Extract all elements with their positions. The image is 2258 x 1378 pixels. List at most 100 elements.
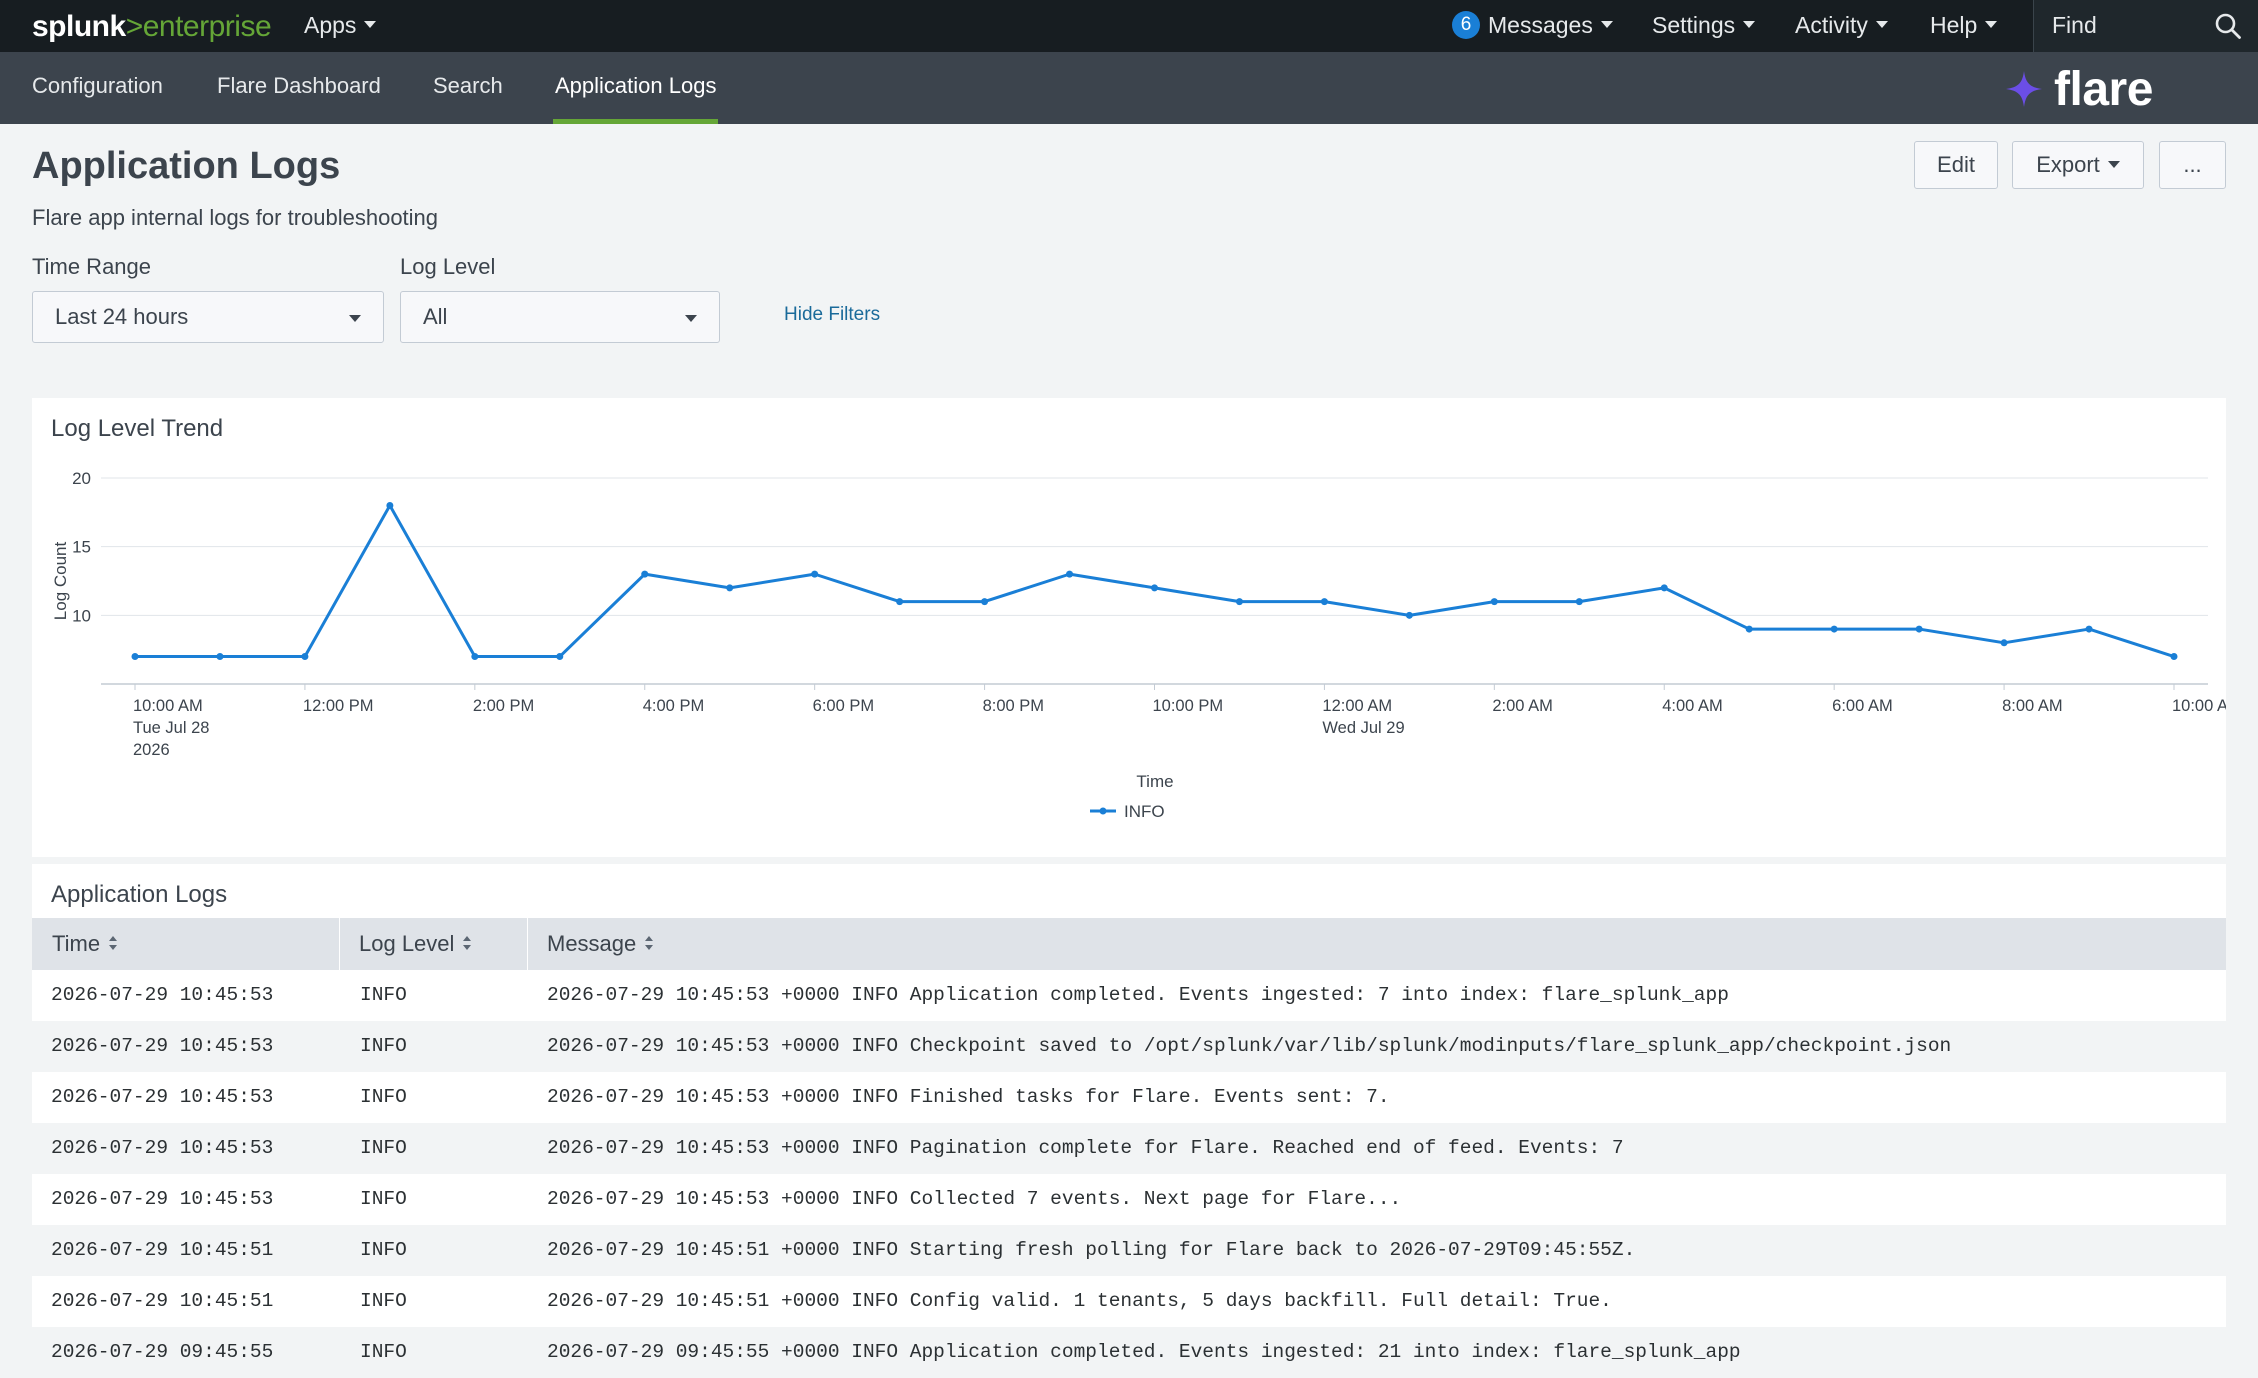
column-header-label: Time [52, 931, 101, 956]
logo-separator: > [125, 10, 144, 43]
more-actions-button[interactable]: ... [2159, 141, 2226, 189]
table-row[interactable]: 2026-07-29 10:45:53 INFO 2026-07-29 10:4… [32, 1174, 2226, 1225]
cell-time: 2026-07-29 10:45:53 [51, 984, 274, 1006]
apps-menu[interactable]: Apps [304, 0, 377, 52]
data-point [641, 570, 649, 578]
data-point [2170, 653, 2178, 661]
column-header-log-level[interactable]: Log Level [359, 918, 472, 970]
table-panel-title: Application Logs [51, 881, 228, 908]
messages-count-badge: 6 [1452, 10, 1480, 39]
settings-menu[interactable]: Settings [1652, 0, 1756, 52]
data-point [811, 570, 819, 578]
splunk-logo[interactable]: splunk>enterprise [32, 10, 272, 44]
time-range-value: Last 24 hours [55, 304, 189, 329]
x-tick-label: 12:00 AM [1322, 697, 1392, 715]
find-box[interactable]: Find [2033, 0, 2258, 52]
activity-menu-label: Activity [1795, 12, 1868, 38]
x-tick-label: 10:00 PM [1153, 697, 1224, 715]
cell-log-level: INFO [360, 1035, 407, 1057]
data-point [1235, 598, 1243, 606]
legend-swatch-point [1099, 807, 1107, 815]
apps-menu-label: Apps [304, 12, 357, 38]
data-point [2085, 625, 2093, 633]
cell-message: 2026-07-29 10:45:51 +0000 INFO Config va… [547, 1290, 1612, 1312]
cell-log-level: INFO [360, 1086, 407, 1108]
edit-button[interactable]: Edit [1914, 141, 1998, 189]
logo-brand: splunk [32, 10, 126, 43]
legend-label: INFO [1124, 802, 1165, 821]
cell-log-level: INFO [360, 1341, 407, 1363]
table-row[interactable]: 2026-07-29 10:45:51 INFO 2026-07-29 10:4… [32, 1276, 2226, 1327]
cell-message: 2026-07-29 10:45:53 +0000 INFO Finished … [547, 1086, 1390, 1108]
cell-message: 2026-07-29 10:45:53 +0000 INFO Applicati… [547, 984, 1729, 1006]
log-level-trend-chart: 10 15 20 Log Count 10:00 AM Tue Jul 28 2026 12:… [51, 469, 2226, 821]
cell-log-level: INFO [360, 1188, 407, 1210]
tab-configuration[interactable]: Configuration [32, 52, 163, 124]
global-header: splunk>enterprise Apps 6 Messages Setting… [0, 0, 2258, 52]
help-menu[interactable]: Help [1930, 0, 1998, 52]
search-icon[interactable] [2214, 12, 2242, 40]
table-row[interactable]: 2026-07-29 10:45:53 INFO 2026-07-29 10:4… [32, 1072, 2226, 1123]
tab-flare-dashboard[interactable]: Flare Dashboard [217, 52, 381, 124]
messages-menu-label: Messages [1488, 12, 1593, 38]
log-level-label: Log Level [400, 254, 496, 279]
sort-icon [109, 936, 118, 951]
cell-message: 2026-07-29 10:45:53 +0000 INFO Paginatio… [547, 1137, 1624, 1159]
column-divider [339, 918, 340, 970]
table-row[interactable]: 2026-07-29 10:45:53 INFO 2026-07-29 10:4… [32, 970, 2226, 1021]
log-level-select[interactable]: All [400, 291, 720, 343]
logo-product: enterprise [142, 10, 272, 43]
data-point [556, 653, 564, 661]
chart-panel: Log Level Trend 10 15 20 Log Count 10:00 AM T… [32, 398, 2226, 857]
table-header: Time Log Level Message [32, 918, 2226, 970]
chevron-down-icon [685, 315, 697, 322]
column-header-label: Message [547, 931, 637, 956]
sort-icon [463, 936, 472, 951]
cell-time: 2026-07-29 10:45:51 [51, 1239, 274, 1261]
cell-time: 2026-07-29 10:45:51 [51, 1290, 274, 1312]
page-title: Application Logs [32, 145, 341, 187]
y-tick-label: 15 [72, 538, 91, 557]
cell-time: 2026-07-29 10:45:53 [51, 1086, 274, 1108]
table-row[interactable]: 2026-07-29 09:45:55 INFO 2026-07-29 09:4… [32, 1327, 2226, 1378]
x-tick-label: 6:00 PM [813, 697, 874, 715]
data-point [131, 653, 139, 661]
cell-log-level: INFO [360, 984, 407, 1006]
data-point [1575, 598, 1583, 606]
x-tick-label: 4:00 AM [1662, 697, 1723, 715]
time-range-select[interactable]: Last 24 hours [32, 291, 384, 343]
chevron-down-icon [1600, 21, 1613, 29]
data-point [471, 653, 479, 661]
data-point [1320, 598, 1328, 606]
cell-log-level: INFO [360, 1137, 407, 1159]
cell-time: 2026-07-29 09:45:55 [51, 1341, 274, 1363]
table-row[interactable]: 2026-07-29 10:45:53 INFO 2026-07-29 10:4… [32, 1021, 2226, 1072]
time-range-label: Time Range [32, 254, 152, 279]
data-point [1660, 584, 1668, 592]
table-row[interactable]: 2026-07-29 10:45:53 INFO 2026-07-29 10:4… [32, 1123, 2226, 1174]
cell-log-level: INFO [360, 1239, 407, 1261]
export-button-label: Export [2036, 152, 2100, 177]
column-header-message[interactable]: Message [547, 918, 654, 970]
flare-star-icon [2006, 71, 2042, 107]
sort-icon [645, 936, 654, 951]
messages-menu[interactable]: 6 Messages [1452, 0, 1613, 52]
data-point [386, 501, 394, 509]
cell-time: 2026-07-29 10:45:53 [51, 1137, 274, 1159]
data-point [301, 653, 309, 661]
x-tick-label: 2:00 AM [1492, 697, 1553, 715]
data-point [216, 653, 224, 661]
settings-menu-label: Settings [1652, 12, 1736, 38]
chevron-down-icon [364, 21, 377, 29]
tab-application-logs[interactable]: Application Logs [552, 52, 719, 124]
tab-search[interactable]: Search [433, 52, 503, 124]
export-button[interactable]: Export [2012, 141, 2144, 189]
hide-filters-link[interactable]: Hide Filters [784, 304, 880, 326]
column-header-time[interactable]: Time [52, 918, 118, 970]
data-point [1830, 625, 1838, 633]
table-row[interactable]: 2026-07-29 10:45:51 INFO 2026-07-29 10:4… [32, 1225, 2226, 1276]
x-tick-label: 10:00 AM [133, 697, 203, 715]
y-tick-label: 10 [72, 606, 91, 625]
x-tick-label: 8:00 AM [2002, 697, 2063, 715]
activity-menu[interactable]: Activity [1795, 0, 1888, 52]
